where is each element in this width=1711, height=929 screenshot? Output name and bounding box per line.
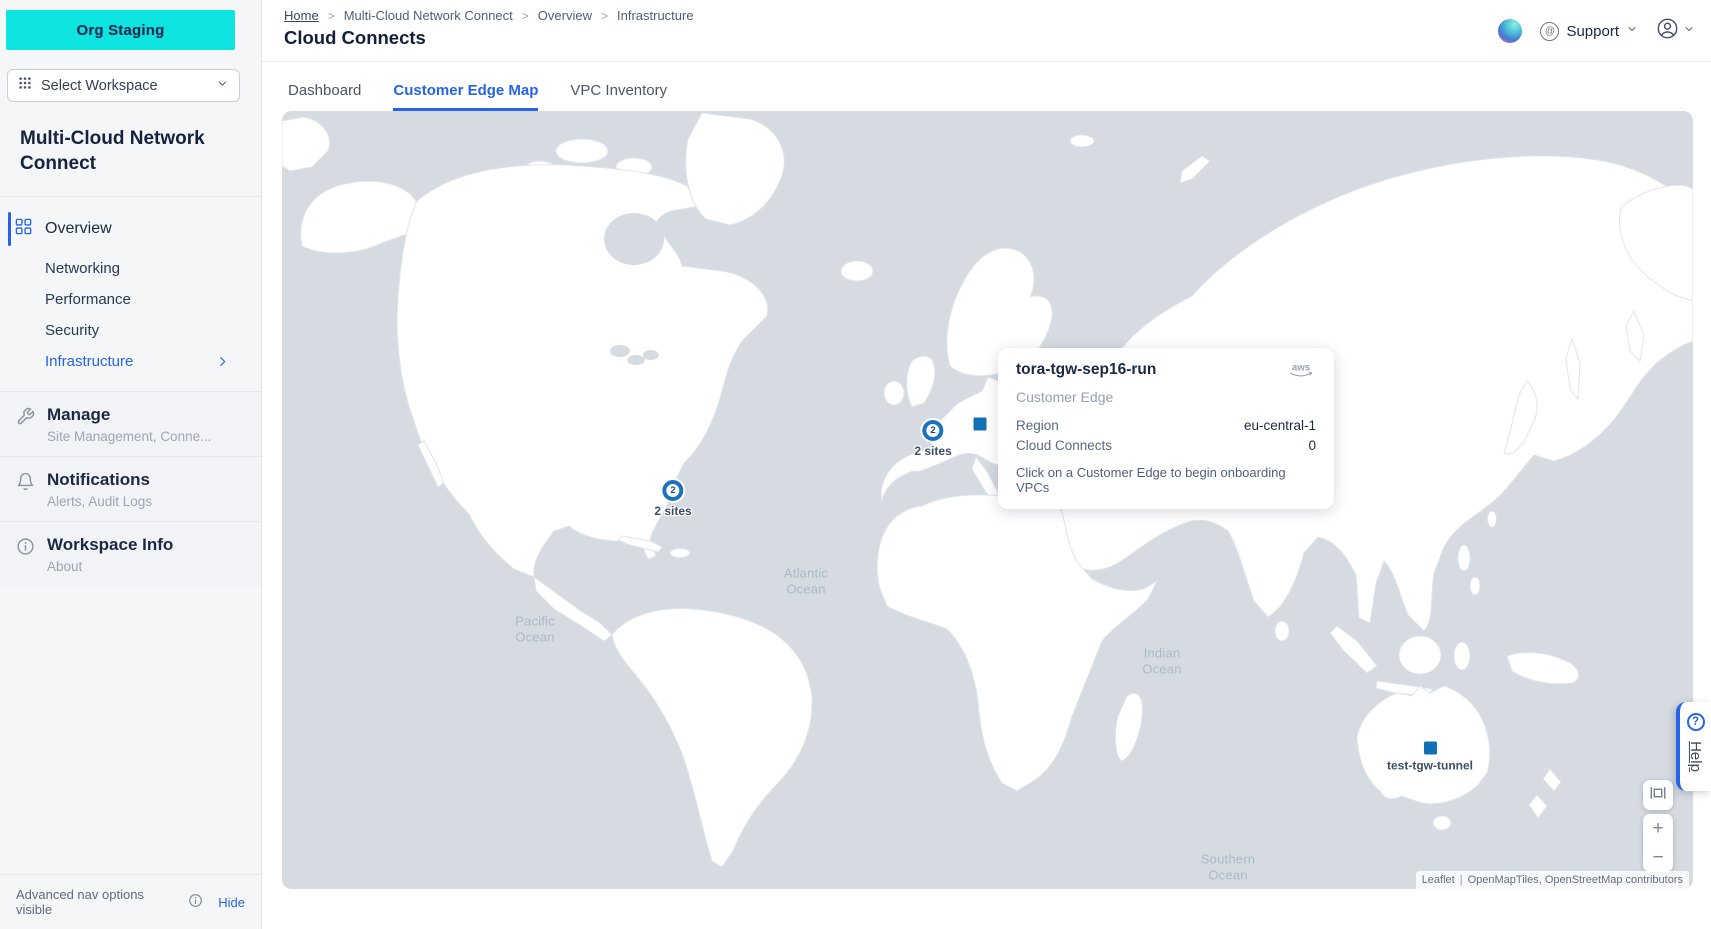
sidebar-section-subtitle: Alerts, Audit Logs	[47, 494, 152, 509]
popup-title: tora-tgw-sep16-run	[1016, 361, 1156, 379]
tab-vpc-inventory[interactable]: VPC Inventory	[570, 82, 667, 111]
sidebar-nav: Overview Networking Performance Security…	[0, 196, 261, 377]
fit-bounds-icon	[1649, 784, 1667, 807]
customer-edge-popup: tora-tgw-sep16-run aws Customer Edge Reg…	[998, 348, 1334, 509]
attribution-sources-link[interactable]: OpenMapTiles, OpenStreetMap contributors	[1468, 874, 1683, 886]
world-map-tiles	[282, 111, 1693, 889]
site-marker-eu-central[interactable]	[974, 418, 987, 431]
tab-bar: Dashboard Customer Edge Map VPC Inventor…	[262, 62, 1711, 111]
cluster-marker-eu[interactable]: 2 2 sites	[914, 420, 951, 458]
attribution-separator: |	[1460, 874, 1463, 886]
cluster-label: 2 sites	[654, 504, 691, 518]
topbar: Home > Multi-Cloud Network Connect > Ove…	[262, 0, 1711, 62]
sidebar-section-label: Workspace Info	[47, 535, 173, 555]
site-label: test-tgw-tunnel	[1387, 759, 1473, 773]
customer-edge-square-icon	[974, 418, 987, 431]
help-tab-button[interactable]: ? Help	[1676, 702, 1711, 791]
popup-row-cloud-connects: Cloud Connects 0	[1016, 435, 1316, 455]
info-circle-icon	[188, 893, 203, 911]
popup-hint: Click on a Customer Edge to begin onboar…	[1016, 465, 1316, 495]
popup-subtitle: Customer Edge	[1016, 389, 1316, 405]
page-title: Cloud Connects	[284, 27, 426, 49]
cluster-count: 2	[922, 420, 943, 441]
popup-row-region: Region eu-central-1	[1016, 415, 1316, 435]
site-marker-test-tgw-tunnel[interactable]: test-tgw-tunnel	[1387, 742, 1473, 773]
cluster-label: 2 sites	[914, 444, 951, 458]
breadcrumb: Home > Multi-Cloud Network Connect > Ove…	[284, 8, 694, 23]
help-label: Help	[1687, 741, 1704, 772]
sidebar-section-subtitle: About	[47, 559, 173, 574]
breadcrumb-separator: >	[601, 9, 608, 23]
bell-icon	[16, 470, 36, 509]
sidebar-item-performance[interactable]: Performance	[0, 284, 261, 315]
sidebar-item-networking[interactable]: Networking	[0, 253, 261, 284]
svg-text:aws: aws	[1292, 363, 1310, 374]
tab-dashboard[interactable]: Dashboard	[288, 82, 361, 111]
sidebar-item-label: Overview	[45, 220, 112, 238]
breadcrumb-overview[interactable]: Overview	[538, 8, 592, 23]
sidebar-item-manage[interactable]: Manage Site Management, Conne...	[0, 391, 261, 456]
user-icon	[1656, 17, 1679, 45]
sidebar: Org Staging Select Workspace Multi-Cloud…	[0, 0, 262, 929]
main-content: Home > Multi-Cloud Network Connect > Ove…	[262, 0, 1711, 929]
hide-nav-link[interactable]: Hide	[218, 895, 245, 910]
support-menu[interactable]: @ Support	[1540, 22, 1638, 41]
sidebar-section-label: Notifications	[47, 470, 152, 490]
breadcrumb-mcn[interactable]: Multi-Cloud Network Connect	[344, 8, 513, 23]
zoom-control: + −	[1643, 814, 1673, 872]
chevron-right-icon	[216, 355, 229, 372]
breadcrumb-separator: >	[328, 9, 335, 23]
zoom-in-button[interactable]: +	[1643, 814, 1673, 843]
cluster-count: 2	[662, 480, 683, 501]
fit-bounds-button[interactable]	[1643, 780, 1673, 810]
org-staging-button[interactable]: Org Staging	[6, 10, 235, 50]
sidebar-section-label: Manage	[47, 405, 211, 425]
support-label: Support	[1566, 23, 1619, 40]
sidebar-section-subtitle: Site Management, Conne...	[47, 429, 211, 444]
customer-edge-square-icon	[1424, 742, 1437, 755]
sidebar-item-infrastructure[interactable]: Infrastructure	[0, 346, 261, 377]
sidebar-item-security[interactable]: Security	[0, 315, 261, 346]
support-icon: @	[1540, 22, 1559, 41]
workspace-selector-value: Select Workspace	[41, 78, 207, 94]
zoom-out-button[interactable]: −	[1643, 843, 1673, 872]
map-attribution: Leaflet | OpenMapTiles, OpenStreetMap co…	[1416, 871, 1689, 889]
workspace-selector[interactable]: Select Workspace	[7, 69, 240, 102]
chevron-down-icon	[216, 77, 229, 95]
chevron-down-icon	[1626, 22, 1638, 40]
status-orb	[1498, 19, 1522, 43]
account-menu[interactable]	[1656, 17, 1695, 45]
wrench-icon	[16, 405, 36, 444]
world-map[interactable]: PacificOcean AtlanticOcean IndianOcean S…	[282, 111, 1693, 889]
grid-dots-icon	[18, 76, 32, 95]
cluster-marker-us[interactable]: 2 2 sites	[654, 480, 691, 518]
sidebar-footer: Advanced nav options visible Hide	[0, 874, 261, 929]
sidebar-item-workspace-info[interactable]: Workspace Info About	[0, 521, 261, 586]
chevron-down-icon	[1683, 22, 1695, 40]
leaflet-link[interactable]: Leaflet	[1422, 874, 1455, 886]
advanced-nav-label: Advanced nav options visible	[16, 887, 181, 917]
breadcrumb-separator: >	[522, 9, 529, 23]
aws-logo-icon: aws	[1286, 361, 1316, 385]
tab-customer-edge-map[interactable]: Customer Edge Map	[393, 82, 538, 111]
sidebar-item-notifications[interactable]: Notifications Alerts, Audit Logs	[0, 456, 261, 521]
sidebar-item-overview[interactable]: Overview	[0, 209, 261, 249]
breadcrumb-home[interactable]: Home	[284, 8, 319, 23]
help-question-icon: ?	[1687, 713, 1705, 731]
breadcrumb-current: Infrastructure	[617, 8, 694, 23]
dashboard-grid-icon	[14, 217, 33, 241]
sidebar-item-label: Infrastructure	[45, 353, 133, 370]
product-title: Multi-Cloud Network Connect	[20, 126, 241, 176]
info-icon	[16, 535, 36, 574]
